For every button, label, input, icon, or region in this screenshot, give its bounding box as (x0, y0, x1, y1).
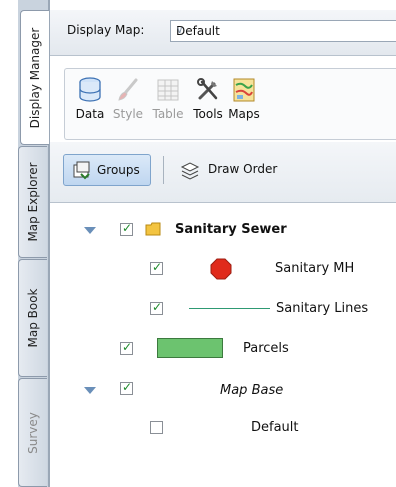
tree-row-default: Default (50, 417, 396, 439)
toolbar-divider (163, 156, 164, 184)
tab-map-explorer[interactable]: Map Explorer (18, 146, 47, 258)
layer-tree: ✓ Sanitary Sewer ✓ Sanitary MH ✓ Sanitar… (50, 203, 396, 487)
sanitary-lines-label: Sanitary Lines (276, 301, 369, 316)
tree-row-sanitary-mh: ✓ Sanitary MH (50, 257, 396, 280)
style-label: Style (112, 107, 144, 121)
map-base-checkbox[interactable]: ✓ (120, 380, 133, 395)
map-base-label: Map Base (220, 383, 284, 398)
draw-order-label: Draw Order (208, 162, 278, 176)
line-symbol-icon (189, 308, 270, 309)
tab-map-book[interactable]: Map Book (18, 259, 47, 377)
maps-button[interactable]: Maps (222, 77, 266, 121)
table-icon (155, 77, 181, 103)
expand-toggle-icon[interactable] (84, 227, 96, 234)
parcel-symbol-icon (157, 338, 223, 358)
expand-toggle-icon[interactable] (84, 387, 96, 394)
style-button[interactable]: Style (106, 77, 150, 121)
tree-row-map-base: ✓ Map Base (50, 379, 396, 401)
groups-button[interactable]: Groups (63, 154, 151, 186)
tab-label: Map Explorer (26, 162, 40, 242)
table-button[interactable]: Table (146, 77, 190, 121)
vertical-tab-strip: Display Manager Map Explorer Map Book Su… (18, 0, 49, 487)
groups-label: Groups (97, 163, 140, 177)
sanitary-sewer-checkbox[interactable]: ✓ (120, 221, 133, 236)
draw-order-button[interactable]: Draw Order (172, 154, 302, 186)
default-label: Default (251, 420, 299, 435)
groups-icon (72, 161, 92, 184)
default-checkbox[interactable] (150, 421, 163, 434)
folder-icon (145, 222, 161, 239)
view-mode-bar: Groups Draw Order (50, 142, 396, 203)
sanitary-mh-checkbox[interactable]: ✓ (150, 260, 163, 275)
tree-row-sanitary-sewer: ✓ Sanitary Sewer (50, 219, 396, 241)
maps-icon (231, 77, 257, 103)
database-icon (77, 77, 103, 103)
tab-label: Display Manager (28, 27, 42, 128)
display-manager-panel: Display Map: Default ∨ Data Style Table … (49, 0, 396, 487)
chevron-down-icon: ∨ (176, 25, 184, 36)
tools-icon (195, 77, 221, 103)
display-manager-window: Display Manager Map Explorer Map Book Su… (0, 0, 396, 487)
sanitary-sewer-label: Sanitary Sewer (175, 222, 287, 237)
tree-row-parcels: ✓ Parcels (50, 337, 396, 359)
parcels-label: Parcels (243, 341, 289, 356)
display-map-select[interactable]: Default ∨ (170, 20, 396, 42)
ribbon-toolbar: Data Style Table Tools Maps (64, 68, 396, 140)
parcels-checkbox[interactable]: ✓ (120, 340, 133, 355)
brush-icon (115, 77, 141, 103)
tab-survey[interactable]: Survey (18, 378, 47, 487)
sanitary-lines-checkbox[interactable]: ✓ (150, 300, 163, 315)
display-map-label: Display Map: (67, 23, 145, 37)
tab-label: Map Book (26, 288, 40, 348)
tree-row-sanitary-lines: ✓ Sanitary Lines (50, 297, 396, 319)
tab-label: Survey (26, 411, 40, 454)
layers-icon (180, 161, 200, 184)
table-label: Table (152, 107, 184, 121)
sanitary-mh-label: Sanitary MH (275, 261, 355, 276)
tab-display-manager[interactable]: Display Manager (20, 10, 49, 145)
maps-label: Maps (228, 107, 260, 121)
manhole-symbol-icon (210, 258, 232, 283)
